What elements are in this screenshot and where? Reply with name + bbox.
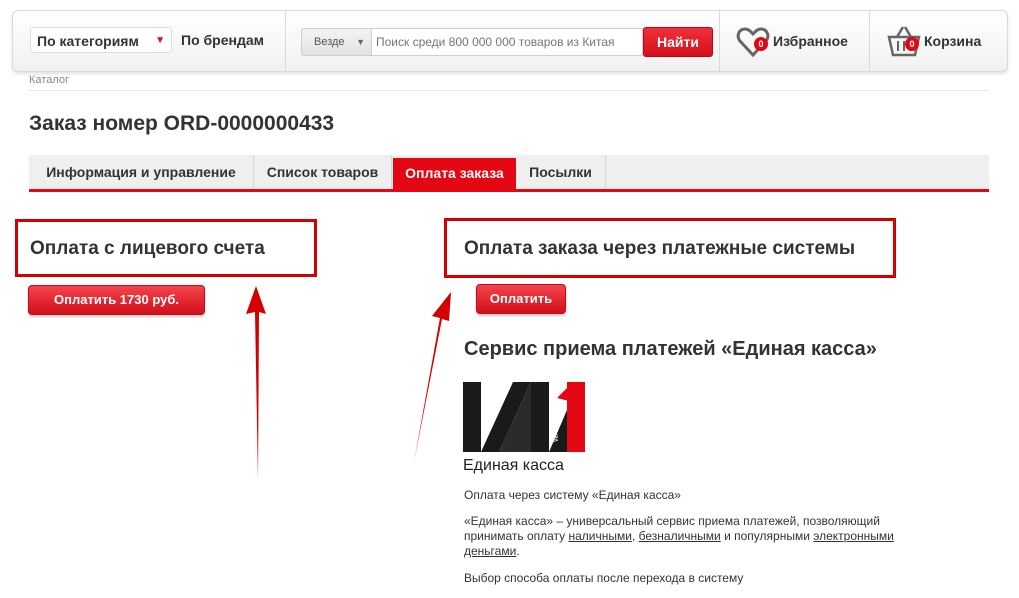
tab-payment[interactable]: Оплата заказа <box>393 158 516 189</box>
description-text: . <box>516 544 520 558</box>
search-input[interactable] <box>371 28 643 56</box>
header-divider <box>285 11 286 71</box>
search-scope-dropdown[interactable]: Везде ▼ <box>301 28 371 56</box>
payment-method-note: Выбор способа оплаты после перехода в си… <box>464 571 744 585</box>
search-scope-label: Везде <box>314 36 345 48</box>
page-title: Заказ номер ORD-0000000433 <box>29 112 335 135</box>
cart-count-badge: 0 <box>905 37 919 51</box>
order-tabs: Информация и управление Список товаров О… <box>29 155 989 192</box>
service-title: Сервис приема платежей «Единая касса» <box>464 338 877 360</box>
brands-link[interactable]: По брендам <box>181 27 264 53</box>
account-payment-title: Оплата с лицевого счета <box>30 238 265 259</box>
categories-label: По категориям <box>37 33 139 49</box>
logo-caption: Единая касса <box>463 457 564 474</box>
favorites-link[interactable]: 0 Избранное <box>736 25 866 59</box>
annotation-arrow-icon <box>414 292 451 462</box>
tab-info[interactable]: Информация и управление <box>29 155 254 189</box>
dropdown-arrow-icon: ▼ <box>155 35 165 46</box>
cart-link[interactable]: 0 Корзина <box>887 25 997 59</box>
favorites-count-badge: 0 <box>754 37 768 51</box>
description-text: , <box>631 529 639 543</box>
favorites-label: Избранное <box>773 33 848 49</box>
header-divider <box>719 11 720 71</box>
pay-button[interactable]: Оплатить <box>476 284 566 314</box>
tab-items[interactable]: Список товаров <box>254 155 392 189</box>
breadcrumb[interactable]: Каталог <box>29 74 69 86</box>
payment-system-line: Оплата через систему «Единая касса» <box>464 488 681 502</box>
description-text: и популярными <box>720 529 814 543</box>
categories-dropdown[interactable]: По категориям ▼ <box>30 27 172 53</box>
divider <box>29 90 989 91</box>
payment-systems-title: Оплата заказа через платежные системы <box>464 238 856 259</box>
noncash-link[interactable]: безналичными <box>639 529 721 543</box>
chevron-down-icon: ▼ <box>356 37 365 47</box>
header-divider <box>869 11 870 71</box>
annotation-arrow-icon <box>246 286 266 480</box>
payment-description: «Единая касса» – универсальный сервис пр… <box>464 514 904 559</box>
cash-link[interactable]: наличными <box>569 529 632 543</box>
pay-from-account-button[interactable]: Оплатить 1730 руб. <box>28 285 205 315</box>
logo-wordmark: WALLET ONE <box>553 397 560 442</box>
cart-label: Корзина <box>924 33 982 49</box>
search-button[interactable]: Найти <box>643 27 713 57</box>
tab-parcels[interactable]: Посылки <box>516 155 606 189</box>
top-bar: По категориям ▼ По брендам Везде ▼ Найти… <box>12 10 1008 72</box>
